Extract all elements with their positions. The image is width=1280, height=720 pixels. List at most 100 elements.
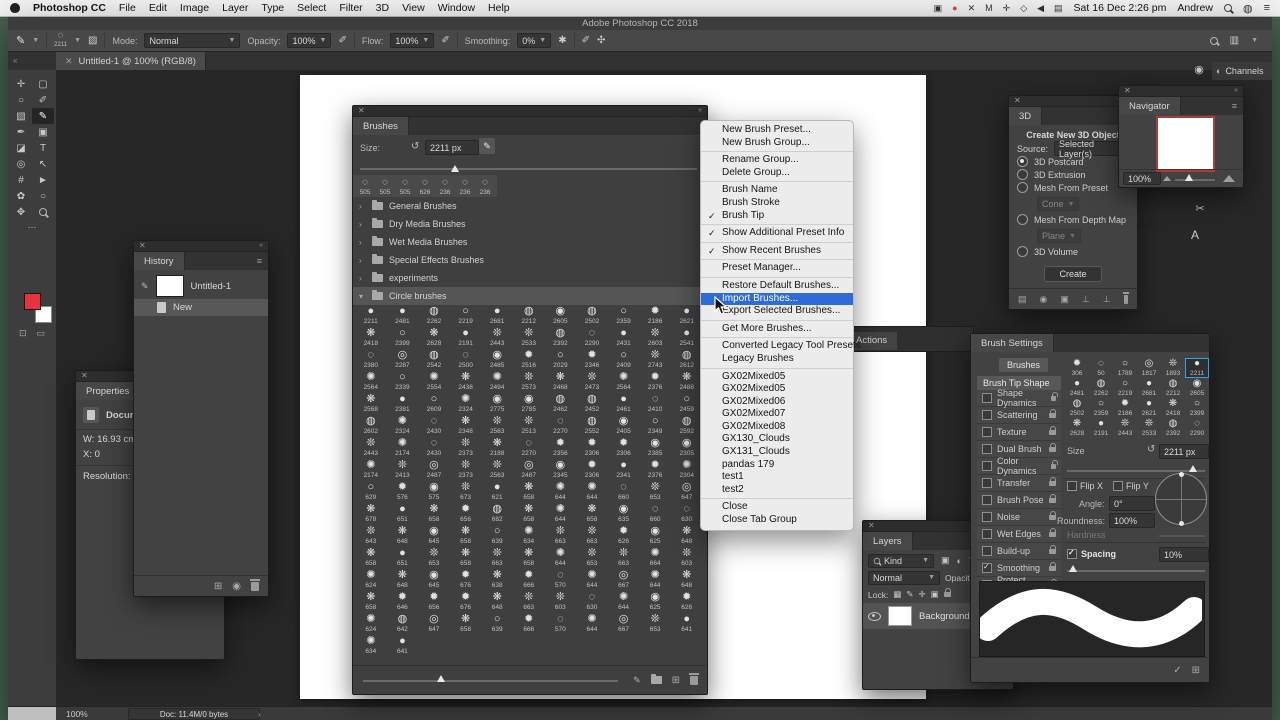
folder-caret-icon[interactable]: ›: [359, 238, 366, 247]
folder-caret-icon[interactable]: ▾: [359, 292, 366, 301]
zoom-out-icon[interactable]: [1163, 176, 1171, 181]
menu-item-gx131-clouds[interactable]: GX131_Clouds: [701, 446, 853, 459]
panel-menu-icon[interactable]: ≡: [257, 256, 262, 266]
menu-image[interactable]: Image: [180, 2, 209, 14]
lock-transparent-icon[interactable]: ▦: [893, 589, 901, 600]
m-app-icon[interactable]: M: [985, 3, 993, 13]
setting-texture[interactable]: Texture: [977, 424, 1061, 441]
brush-grid-item[interactable]: ✺2324: [387, 415, 419, 437]
brush-grid-item[interactable]: ●2431: [608, 327, 640, 349]
navigator-zoom-field[interactable]: 100%: [1123, 172, 1161, 185]
brush-grid-item[interactable]: ❋2348: [450, 415, 482, 437]
constraint-icon[interactable]: ⊥: [1103, 294, 1111, 305]
radio-icon[interactable]: [1017, 156, 1028, 167]
brush-grid-item[interactable]: ○639: [481, 525, 513, 547]
brush-grid-item[interactable]: ●621: [481, 481, 513, 503]
checkbox-icon[interactable]: [982, 461, 992, 471]
checkbox-icon[interactable]: [982, 393, 992, 403]
brush-grid-item[interactable]: ◉2775: [481, 393, 513, 415]
zoom-in-icon[interactable]: [1223, 175, 1235, 182]
crosshair-icon[interactable]: ✛: [1003, 3, 1011, 14]
new-doc-from-state-icon[interactable]: ⊞: [214, 581, 222, 592]
create-button[interactable]: Create: [1044, 266, 1101, 282]
lock-icon[interactable]: [1051, 396, 1056, 401]
smoothing-select[interactable]: 0%▼: [517, 33, 551, 48]
close-panel-icon[interactable]: ✕: [1124, 86, 1131, 96]
brush-grid-item[interactable]: ❊653: [576, 547, 608, 569]
history-state-row[interactable]: New: [134, 299, 268, 316]
brush-grid-item[interactable]: ○639: [481, 613, 513, 635]
tab-history[interactable]: History: [134, 252, 185, 270]
brush-grid-item[interactable]: ◍2602: [355, 415, 387, 437]
lock-icon[interactable]: [1051, 464, 1056, 469]
brush-grid-item[interactable]: ✺664: [639, 547, 671, 569]
brush-grid-item[interactable]: ●2481: [387, 305, 419, 327]
menu-item-get-more-brushes[interactable]: Get More Brushes...: [701, 323, 853, 336]
marquee-tool[interactable]: ▢: [32, 76, 54, 92]
record-icon[interactable]: ●: [952, 3, 957, 13]
brush-grid-item[interactable]: ✺644: [576, 613, 608, 635]
brush-grid-item[interactable]: ❊2533: [513, 327, 545, 349]
brush-grid-item[interactable]: ◌570: [545, 613, 577, 635]
tip-item[interactable]: ◍2502: [1065, 398, 1089, 418]
setting-shape-dynamics[interactable]: Shape Dynamics: [977, 390, 1061, 407]
gradient-tool[interactable]: ▧: [10, 108, 32, 124]
volume-icon[interactable]: ◀: [1037, 3, 1044, 14]
menubar-clock[interactable]: Sat 16 Dec 2:26 pm: [1074, 2, 1167, 14]
close-panel-icon[interactable]: ✕: [81, 371, 88, 381]
brush-grid-item[interactable]: ✹626: [608, 525, 640, 547]
brush-grid-item[interactable]: ◍2612: [671, 349, 703, 371]
menu-item-gx02mixed08[interactable]: GX02Mixed08: [701, 421, 853, 434]
brush-grid-item[interactable]: ◌2270: [513, 437, 545, 459]
brush-grid-item[interactable]: ✺644: [545, 503, 577, 525]
stroke-preview-toggle-icon[interactable]: ✎: [479, 138, 495, 154]
brush-grid-item[interactable]: ○2409: [608, 349, 640, 371]
brush-grid-item[interactable]: ✹2346: [576, 349, 608, 371]
tip-size-thumb[interactable]: [1189, 465, 1197, 472]
brush-grid-item[interactable]: ○2609: [418, 393, 450, 415]
brush-grid-item[interactable]: ❋2468: [545, 371, 577, 393]
eraser-tool[interactable]: ◪: [10, 140, 32, 156]
close-tab-icon[interactable]: ✕: [65, 56, 73, 67]
tip-item[interactable]: ◉2605: [1185, 378, 1209, 398]
menu-item-show-recent-brushes[interactable]: ✓Show Recent Brushes: [701, 245, 853, 258]
shape-tool[interactable]: ✿: [10, 188, 32, 204]
tip-item[interactable]: ●2191: [1089, 418, 1113, 438]
brush-grid-item[interactable]: ❊2373: [450, 437, 482, 459]
brush-grid-item[interactable]: ❊663: [545, 525, 577, 547]
layer-visibility-icon[interactable]: [868, 612, 881, 621]
workspace-chevron-icon[interactable]: ▼: [1251, 37, 1258, 44]
flip-y-checkbox[interactable]: Flip Y: [1113, 481, 1149, 491]
brush-grid-item[interactable]: ●2461: [608, 393, 640, 415]
menu-type[interactable]: Type: [261, 2, 284, 14]
workspace-icon[interactable]: ▥: [1230, 35, 1239, 46]
brush-grid-item[interactable]: ✹666: [513, 613, 545, 635]
tab-properties[interactable]: Properties: [76, 382, 140, 400]
brush-grid-item[interactable]: ◎2487: [418, 459, 450, 481]
collapse-panel-icon[interactable]: «: [1234, 86, 1238, 96]
brush-grid-item[interactable]: ✹2376: [639, 459, 671, 481]
lock-artboard-icon[interactable]: ▣: [931, 589, 939, 600]
brush-grid-item[interactable]: ◌2430: [418, 415, 450, 437]
brush-stroke-icon[interactable]: ✎: [633, 675, 641, 686]
brush-grid-item[interactable]: ❊603: [671, 547, 703, 569]
roundness-field[interactable]: 100%: [1109, 513, 1155, 528]
navigator-zoom-thumb[interactable]: [1185, 174, 1193, 181]
brush-grid-item[interactable]: ◌2410: [639, 393, 671, 415]
brush-grid-item[interactable]: ❊663: [513, 591, 545, 613]
lock-all-icon[interactable]: [944, 592, 951, 597]
tab-3d[interactable]: 3D: [1009, 107, 1042, 125]
brush-grid-item[interactable]: ✹2306: [608, 437, 640, 459]
airdrop-icon[interactable]: ◇: [1020, 3, 1027, 14]
pressure-size-icon[interactable]: ✐: [582, 35, 590, 46]
brush-grid-item[interactable]: ❋658: [513, 481, 545, 503]
history-snapshot-row[interactable]: ✎ Untitled-1: [134, 273, 268, 299]
menu-filter[interactable]: Filter: [339, 2, 362, 14]
brush-grid-item[interactable]: ❊2563: [481, 415, 513, 437]
zoom-level[interactable]: 100%: [66, 709, 88, 719]
brush-grid-item[interactable]: ✺644: [639, 569, 671, 591]
type-tool[interactable]: T: [32, 140, 54, 156]
radio-icon[interactable]: [1017, 214, 1028, 225]
filter-pixel-icon[interactable]: ▣: [941, 555, 950, 566]
brush-grid-item[interactable]: ◌630: [576, 591, 608, 613]
